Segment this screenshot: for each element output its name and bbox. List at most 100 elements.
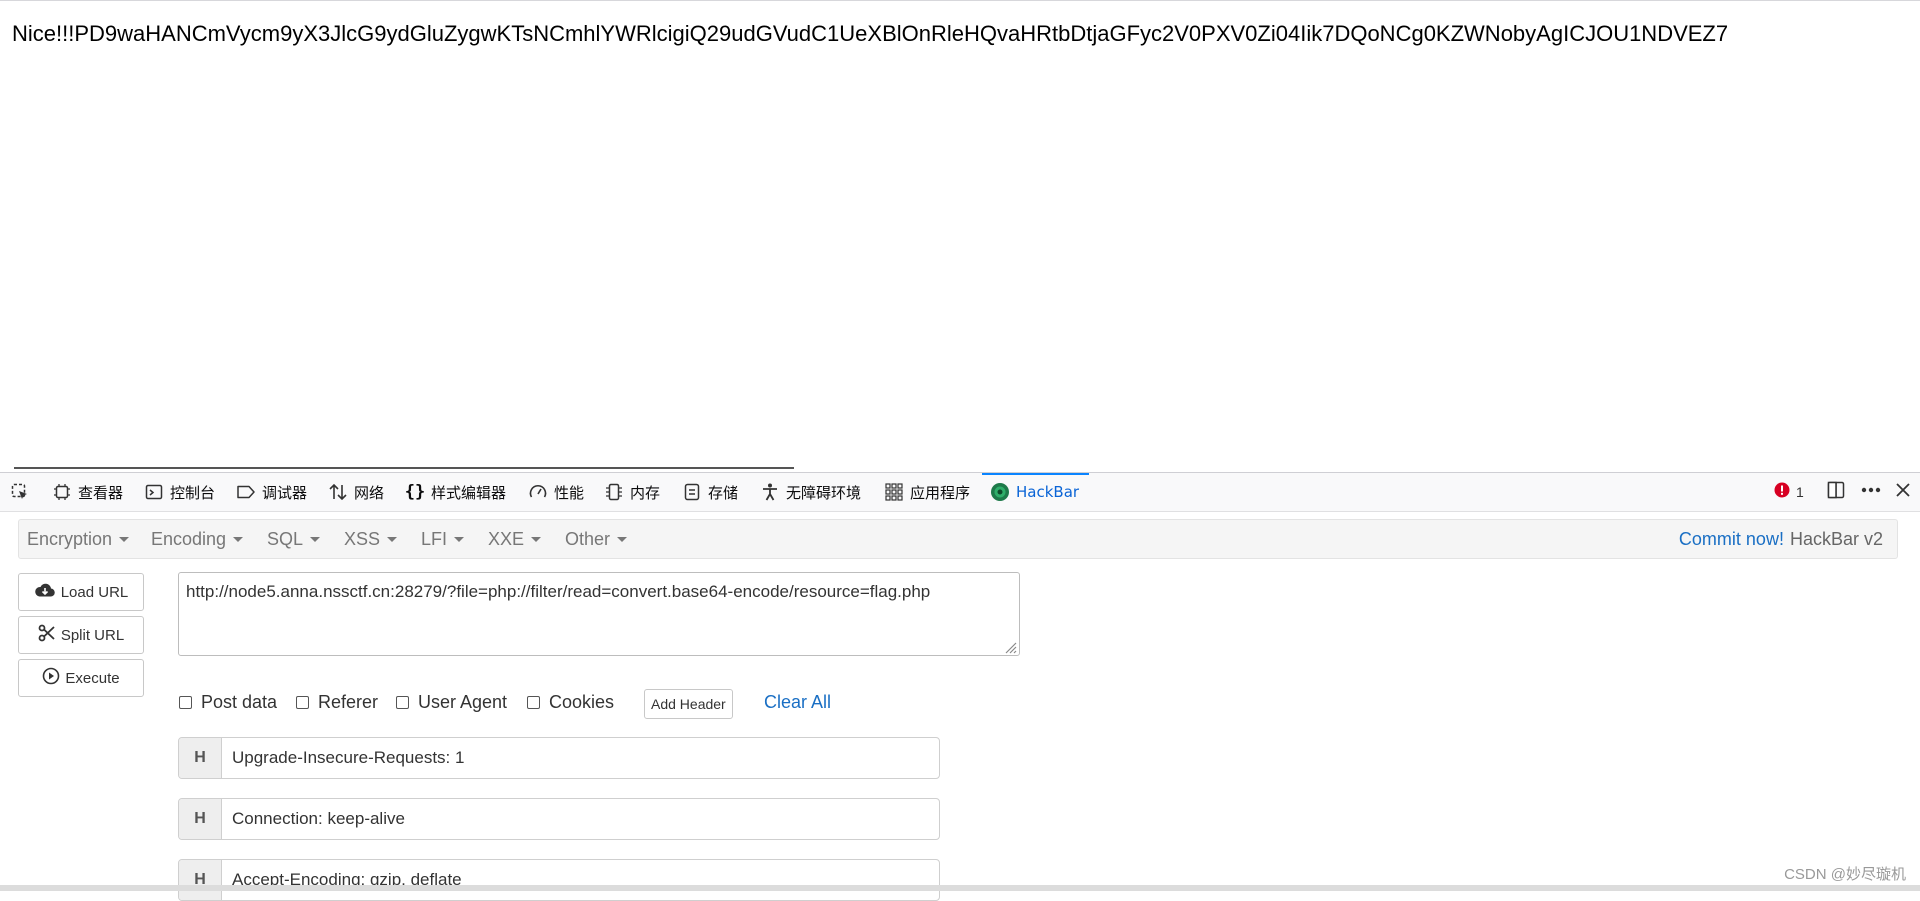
tab-performance[interactable]: 性能 (528, 473, 584, 511)
header-row[interactable]: H Upgrade-Insecure-Requests: 1 (178, 737, 940, 779)
menu-sql[interactable]: SQL (267, 520, 321, 558)
url-textarea[interactable]: http://node5.anna.nssctf.cn:28279/?file=… (178, 572, 1020, 656)
close-devtools-button[interactable] (1894, 473, 1912, 511)
page-output-text: Nice!!!PD9waHANCmVycm9yX3JlcG9ydGluZygwK… (12, 21, 1729, 46)
caret-down-icon (233, 536, 244, 542)
menu-other[interactable]: Other (565, 520, 628, 558)
inspector-icon (52, 482, 72, 502)
checkbox-label: Post data (201, 691, 278, 712)
header-row[interactable]: H Accept-Encoding: gzip, deflate (178, 859, 940, 901)
header-value[interactable]: Accept-Encoding: gzip, deflate (222, 860, 462, 900)
element-picker-icon (10, 482, 30, 502)
menu-encoding[interactable]: Encoding (151, 520, 244, 558)
menu-label: LFI (421, 528, 448, 549)
menu-xss[interactable]: XSS (344, 520, 398, 558)
tab-hackbar[interactable]: HackBar (981, 473, 1090, 511)
devtools-panel: 查看器 控制台 调试器 网络 {} 样式编辑器 性能 内存 存储 无障碍环境 应… (0, 472, 1920, 901)
error-count-badge[interactable]: 1 (1774, 473, 1804, 511)
performance-icon (528, 482, 548, 502)
debugger-icon (236, 482, 256, 502)
hackbar-commit-area: Commit now! HackBar v2 (1679, 520, 1883, 558)
checkbox-label: Cookies (549, 691, 615, 712)
style-editor-icon: {} (404, 482, 426, 502)
tab-label: 控制台 (170, 483, 216, 502)
referer-checkbox[interactable]: Referer (296, 691, 378, 713)
tab-label: 查看器 (78, 483, 124, 502)
menu-label: Other (565, 528, 611, 549)
clear-all-link[interactable]: Clear All (764, 691, 831, 713)
element-picker-button[interactable] (10, 473, 36, 511)
button-label: Load URL (60, 583, 129, 601)
caret-down-icon (531, 536, 542, 542)
tab-label: 无障碍环境 (786, 483, 862, 502)
menu-label: Encoding (151, 528, 227, 549)
play-circle-icon (42, 667, 65, 689)
devtools-tab-bar: 查看器 控制台 调试器 网络 {} 样式编辑器 性能 内存 存储 无障碍环境 应… (0, 473, 1920, 512)
cookies-checkbox[interactable]: Cookies (527, 691, 614, 713)
url-text: http://node5.anna.nssctf.cn:28279/?file=… (186, 582, 931, 601)
header-row[interactable]: H Connection: keep-alive (178, 798, 940, 840)
tab-application[interactable]: 应用程序 (884, 473, 970, 511)
hackbar-icon (990, 482, 1010, 502)
split-url-button[interactable]: Split URL (18, 616, 144, 654)
dock-icon (1826, 480, 1846, 505)
tab-inspector[interactable]: 查看器 (52, 473, 123, 511)
tab-network[interactable]: 网络 (328, 473, 384, 511)
dock-options-button[interactable] (1826, 473, 1846, 511)
tab-label: 存储 (708, 483, 739, 502)
tab-accessibility[interactable]: 无障碍环境 (760, 473, 861, 511)
hackbar-menu-bar: Encryption Encoding SQL XSS LFI XXE Othe… (18, 519, 1898, 559)
caret-down-icon (310, 536, 321, 542)
tab-label: 应用程序 (910, 483, 971, 502)
network-icon (328, 482, 348, 502)
error-icon (1774, 482, 1790, 503)
user-agent-checkbox[interactable]: User Agent (396, 691, 507, 713)
tab-label: 性能 (554, 483, 585, 502)
tab-label: HackBar (1016, 483, 1080, 501)
checkbox-box[interactable] (179, 695, 192, 709)
checkbox-label: User Agent (418, 691, 508, 712)
tab-style-editor[interactable]: {} 样式编辑器 (405, 473, 506, 511)
menu-label: Encryption (27, 528, 113, 549)
add-header-button[interactable]: Add Header (644, 689, 733, 719)
header-value[interactable]: Upgrade-Insecure-Requests: 1 (222, 738, 464, 778)
horizontal-scrollbar[interactable] (14, 467, 794, 469)
caret-down-icon (387, 536, 398, 542)
memory-icon (604, 482, 624, 502)
header-label: H (179, 799, 222, 839)
checkbox-box[interactable] (527, 695, 540, 709)
tab-memory[interactable]: 内存 (604, 473, 660, 511)
execute-button[interactable]: Execute (18, 659, 144, 697)
more-options-button[interactable] (1860, 473, 1882, 511)
menu-encryption[interactable]: Encryption (27, 520, 130, 558)
checkbox-label: Referer (318, 691, 379, 712)
tab-console[interactable]: 控制台 (144, 473, 215, 511)
tab-label: 内存 (630, 483, 661, 502)
tab-storage[interactable]: 存储 (682, 473, 738, 511)
caret-down-icon (454, 536, 465, 542)
button-label: Execute (65, 669, 120, 687)
tab-debugger[interactable]: 调试器 (236, 473, 307, 511)
post-data-checkbox[interactable]: Post data (179, 691, 277, 713)
button-label: Split URL (60, 626, 125, 644)
watermark: CSDN @妙尽璇机 (1784, 866, 1906, 883)
window-bottom-edge (0, 885, 1920, 891)
caret-down-icon (119, 536, 130, 542)
caret-down-icon (617, 536, 628, 542)
menu-xxe[interactable]: XXE (488, 520, 542, 558)
commit-now-link[interactable]: Commit now! (1679, 529, 1784, 550)
tab-label: 网络 (354, 483, 385, 502)
page-viewport: Nice!!!PD9waHANCmVycm9yX3JlcG9ydGluZygwK… (0, 0, 1920, 469)
accessibility-icon (760, 482, 780, 502)
menu-lfi[interactable]: LFI (421, 520, 465, 558)
ellipsis-icon (1860, 480, 1882, 505)
header-value[interactable]: Connection: keep-alive (222, 799, 405, 839)
checkbox-box[interactable] (296, 695, 309, 709)
storage-icon (682, 482, 702, 502)
resize-handle-icon[interactable] (1003, 639, 1017, 654)
load-url-button[interactable]: Load URL (18, 573, 144, 611)
menu-label: SQL (267, 528, 304, 549)
hackbar-version: HackBar v2 (1789, 528, 1883, 549)
tab-label: 样式编辑器 (431, 483, 507, 502)
checkbox-box[interactable] (396, 695, 409, 709)
